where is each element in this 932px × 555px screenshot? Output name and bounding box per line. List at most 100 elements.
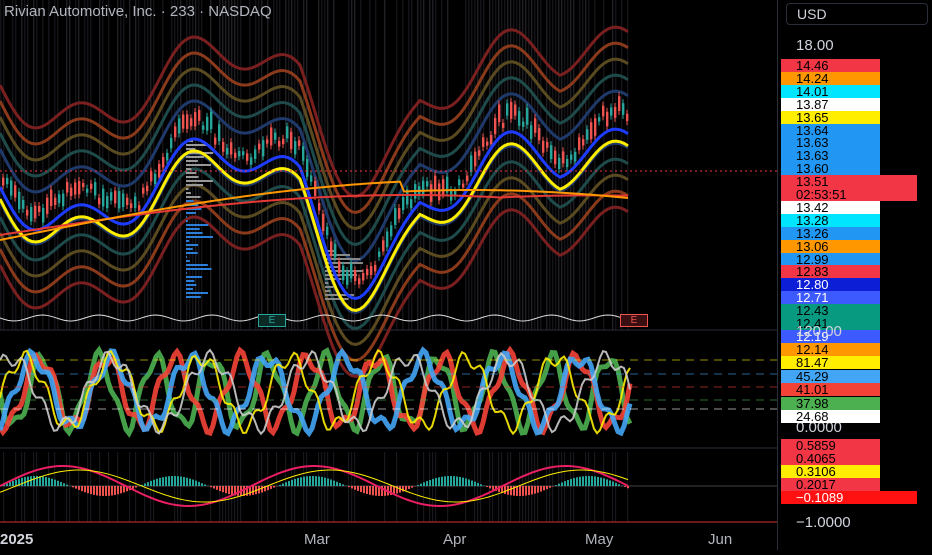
macd-histogram bbox=[165, 477, 167, 486]
candle bbox=[70, 188, 72, 196]
volume-profile-bar bbox=[186, 264, 208, 266]
macd-histogram bbox=[54, 480, 56, 486]
grid-stripe bbox=[174, 452, 175, 522]
candle bbox=[626, 114, 628, 121]
macd-histogram bbox=[162, 477, 164, 486]
macd-histogram bbox=[186, 478, 188, 486]
grid-stripe bbox=[27, 0, 28, 330]
candle bbox=[54, 198, 56, 205]
macd-tick: −1.0000 bbox=[796, 515, 851, 531]
candle bbox=[38, 206, 40, 212]
macd-histogram bbox=[111, 486, 113, 495]
grid-stripe bbox=[153, 452, 154, 522]
grid-stripe bbox=[144, 0, 145, 330]
grid-stripe bbox=[321, 452, 322, 522]
grid-stripe bbox=[36, 452, 37, 522]
grid-stripe bbox=[66, 0, 67, 330]
grid-stripe bbox=[75, 0, 76, 330]
macd-histogram bbox=[600, 478, 602, 486]
candle bbox=[62, 194, 64, 207]
macd-histogram bbox=[405, 486, 407, 490]
candle bbox=[166, 153, 168, 161]
macd-histogram bbox=[171, 476, 173, 486]
candle bbox=[254, 149, 256, 159]
volume-profile-bar bbox=[186, 228, 200, 230]
volume-profile-bar bbox=[186, 284, 196, 286]
grid-stripe bbox=[42, 0, 43, 330]
grid-stripe bbox=[150, 0, 151, 330]
candle bbox=[250, 157, 252, 164]
candle bbox=[278, 141, 280, 147]
macd-histogram bbox=[303, 477, 305, 486]
macd-histogram bbox=[477, 483, 479, 486]
macd-histogram bbox=[294, 479, 296, 486]
price-label: 13.06 bbox=[781, 240, 880, 253]
earnings-marker[interactable]: E bbox=[258, 314, 286, 327]
grid-stripe bbox=[78, 0, 79, 330]
grid-stripe bbox=[432, 452, 433, 522]
macd-histogram bbox=[543, 486, 545, 490]
macd-histogram bbox=[375, 486, 377, 496]
candle bbox=[230, 142, 232, 154]
candle bbox=[558, 158, 560, 169]
price-chart[interactable]: Rivian Automotive, Inc. · 233 · NASDAQ E… bbox=[0, 0, 777, 550]
macd-histogram bbox=[435, 478, 437, 486]
macd-histogram bbox=[219, 486, 221, 491]
grid-stripe bbox=[564, 452, 565, 522]
earnings-marker[interactable]: E bbox=[620, 314, 648, 327]
candle bbox=[318, 203, 320, 210]
grid-stripe bbox=[447, 0, 448, 330]
grid-stripe bbox=[498, 0, 499, 330]
macd-histogram bbox=[147, 482, 149, 486]
volume-profile-bar bbox=[186, 280, 194, 282]
candle bbox=[530, 125, 532, 138]
macd-histogram bbox=[546, 486, 548, 489]
macd-histogram bbox=[306, 476, 308, 486]
price-label: 13.42 bbox=[781, 201, 880, 214]
grid-stripe bbox=[423, 452, 424, 522]
macd-histogram bbox=[45, 477, 47, 486]
volume-profile-bar bbox=[186, 192, 191, 194]
candle bbox=[86, 189, 88, 193]
grid-stripe bbox=[579, 0, 580, 330]
macd-histogram bbox=[78, 486, 80, 490]
macd-histogram bbox=[318, 476, 320, 486]
grid-stripe bbox=[66, 452, 67, 522]
grid-stripe bbox=[417, 452, 418, 522]
price-label: 14.24 bbox=[781, 72, 880, 85]
candle bbox=[154, 174, 156, 184]
candle bbox=[302, 146, 304, 161]
macd-histogram bbox=[180, 477, 182, 486]
macd-histogram bbox=[90, 486, 92, 494]
chart-canvas[interactable] bbox=[0, 0, 777, 550]
macd-histogram bbox=[591, 476, 593, 486]
macd-histogram bbox=[606, 479, 608, 486]
grid-stripe bbox=[558, 452, 559, 522]
macd-histogram bbox=[150, 481, 152, 486]
grid-stripe bbox=[195, 452, 196, 522]
candle bbox=[194, 112, 196, 126]
candle bbox=[590, 122, 592, 139]
macd-histogram bbox=[204, 484, 206, 486]
grid-stripe bbox=[333, 452, 334, 522]
macd-histogram bbox=[189, 479, 191, 486]
price-scale[interactable]: USD 18.00 14.4614.2414.0113.8713.6513.64… bbox=[777, 0, 932, 550]
band-line bbox=[0, 91, 628, 260]
candle bbox=[110, 192, 112, 200]
candle bbox=[394, 208, 396, 225]
currency-selector[interactable]: USD bbox=[786, 3, 928, 25]
volume-profile-bar bbox=[186, 196, 201, 198]
grid-stripe bbox=[138, 0, 139, 330]
macd-histogram bbox=[534, 486, 536, 494]
macd-histogram bbox=[573, 478, 575, 486]
time-label: 2025 bbox=[0, 531, 33, 548]
grid-stripe bbox=[33, 452, 34, 522]
symbol-title[interactable]: Rivian Automotive, Inc. · 233 · NASDAQ bbox=[4, 3, 272, 20]
candle bbox=[610, 108, 612, 116]
candle bbox=[574, 152, 576, 162]
macd-histogram bbox=[210, 486, 212, 487]
volume-profile-bar bbox=[325, 298, 349, 300]
volume-profile-bar bbox=[186, 164, 211, 166]
macd-histogram bbox=[108, 486, 110, 496]
volume-line bbox=[0, 315, 628, 321]
